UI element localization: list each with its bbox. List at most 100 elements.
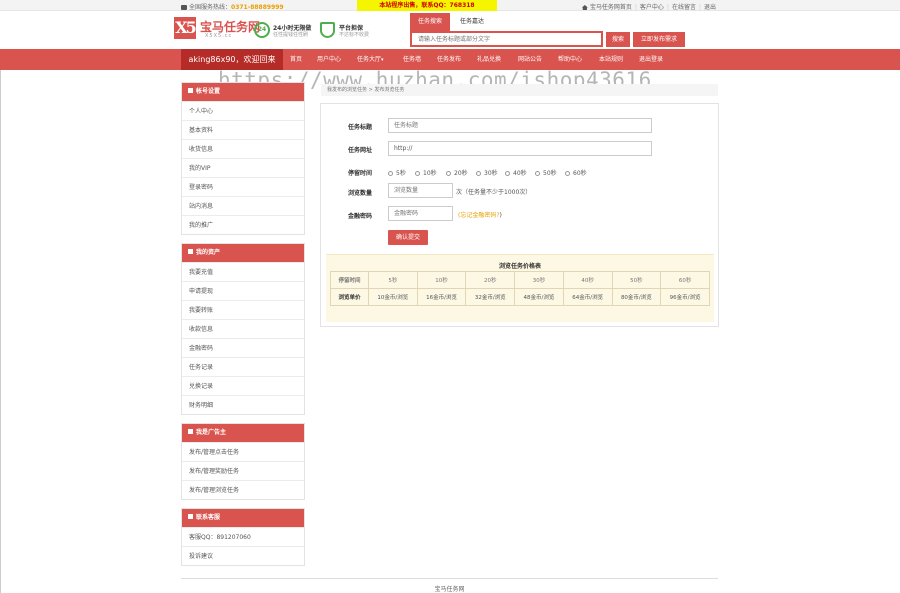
count-hint: 次（任务量不少于1000次）: [456, 189, 532, 196]
table-row: 停留时间 5秒 10秒 20秒 30秒 40秒 50秒 60秒: [330, 271, 710, 289]
promo-notice: 本站程序出售，联系QQ：768318: [357, 0, 497, 11]
table-cell: 16金币/浏览: [416, 288, 467, 306]
sidebar-item-complaint[interactable]: 投诉建议: [182, 546, 304, 565]
time-option-10[interactable]: 10秒: [415, 168, 437, 177]
top-bar: 全国服务热线：0371-88889999 本站程序出售，联系QQ：768318 …: [0, 0, 900, 11]
radio-icon: [476, 171, 481, 176]
sidebar-item-profile[interactable]: 基本资料: [182, 120, 304, 139]
nav-site-rules[interactable]: 本站规则: [599, 49, 623, 70]
sidebar-item-payment-info[interactable]: 收款信息: [182, 319, 304, 338]
radio-icon: [415, 171, 420, 176]
search-button[interactable]: 搜索: [606, 32, 630, 47]
row-header: 浏览单价: [330, 288, 369, 306]
sidebar-assets: 我的资产 我要充值 申请提现 我要转账 收款信息 金融密码 任务记录 兑换记录 …: [181, 243, 305, 415]
search-input[interactable]: [410, 31, 603, 47]
finance-password-label: 金融密码: [348, 213, 373, 220]
time-label: 停留时间: [348, 170, 373, 177]
count-label: 浏览数量: [348, 190, 373, 197]
sidebar-item-qq[interactable]: 客服QQ：891207060: [182, 527, 304, 546]
sidebar-item-finance-password[interactable]: 金融密码: [182, 338, 304, 357]
finance-password-input[interactable]: [388, 206, 453, 221]
radio-icon: [565, 171, 570, 176]
radio-icon: [505, 171, 510, 176]
breadcrumb: 我发布的浏览任务 > 发布浏览任务: [321, 84, 718, 96]
sidebar-item-transfer[interactable]: 我要转账: [182, 300, 304, 319]
sidebar-header: 我是广告主: [182, 424, 304, 442]
sidebar-header: 我的资产: [182, 244, 304, 262]
nav-logout[interactable]: 退出登录: [639, 49, 663, 70]
sidebar-item-vip[interactable]: 我的VIP: [182, 158, 304, 177]
table-cell: 48金币/浏览: [514, 288, 564, 306]
time-option-50[interactable]: 50秒: [535, 168, 557, 177]
table-cell: 60秒: [660, 271, 710, 289]
nav-user-center[interactable]: 用户中心: [317, 49, 341, 70]
top-link-logout[interactable]: 退出: [704, 4, 716, 11]
price-table-title: 浏览任务价格表: [498, 263, 541, 270]
phone-icon: [181, 5, 187, 10]
task-url-input[interactable]: [388, 141, 652, 156]
nav-task-wall[interactable]: 任务墙: [403, 49, 421, 70]
submit-button[interactable]: 确认提交: [388, 230, 428, 245]
sidebar-item-personal-center[interactable]: 个人中心: [182, 101, 304, 120]
sidebar-item-promotion[interactable]: 我的推广: [182, 215, 304, 234]
time-option-40[interactable]: 40秒: [505, 168, 527, 177]
time-option-20[interactable]: 20秒: [446, 168, 468, 177]
sidebar-item-exchange-records[interactable]: 兑换记录: [182, 376, 304, 395]
table-cell: 32金币/浏览: [465, 288, 516, 306]
top-link-message[interactable]: 在线留言: [672, 4, 696, 11]
table-cell: 10秒: [416, 271, 467, 289]
tab-task-search[interactable]: 任务搜索: [410, 13, 450, 31]
table-cell: 5秒: [368, 271, 418, 289]
top-link-customer-center[interactable]: 客户中心: [640, 4, 664, 11]
sidebar-item-task-records[interactable]: 任务记录: [182, 357, 304, 376]
nav-home[interactable]: 首页: [290, 49, 302, 70]
forgot-password-link[interactable]: 忘记金融密码?: [460, 212, 499, 219]
sidebar-item-finance-details[interactable]: 财务明细: [182, 395, 304, 414]
hotline-label: 全国服务热线：: [189, 4, 232, 11]
footer-text: 宝马任务网: [434, 586, 465, 593]
sidebar-item-withdraw[interactable]: 申请提现: [182, 281, 304, 300]
sidebar-contact: 联系客服 客服QQ：891207060 投诉建议: [181, 508, 305, 566]
logo-mark[interactable]: X5: [174, 17, 197, 39]
sidebar-item-browse-tasks[interactable]: 发布/管理浏览任务: [182, 480, 304, 499]
hotline: 全国服务热线：0371-88889999: [181, 2, 284, 11]
logo-domain: X5X5.cc: [205, 33, 233, 39]
task-title-input[interactable]: [388, 118, 652, 133]
time-option-5[interactable]: 5秒: [388, 168, 406, 177]
sidebar-item-reward-tasks[interactable]: 发布/管理奖励任务: [182, 461, 304, 480]
time-option-30[interactable]: 30秒: [476, 168, 498, 177]
nav-help-center[interactable]: 帮助中心: [558, 49, 582, 70]
nav-announcements[interactable]: 网站公告: [518, 49, 542, 70]
time-option-60[interactable]: 60秒: [565, 168, 587, 177]
sidebar-item-click-tasks[interactable]: 发布/管理点击任务: [182, 442, 304, 461]
top-link-home[interactable]: 宝马任务网首页: [590, 4, 632, 11]
page-left-border: [0, 70, 1, 593]
list-icon: [188, 429, 193, 434]
table-cell: 10金币/浏览: [368, 288, 418, 306]
sidebar-item-messages[interactable]: 站内消息: [182, 196, 304, 215]
main-nav: aking86x90，欢迎回来 首页 用户中心 任务大厅▾ 任务墙 任务发布 礼…: [0, 49, 900, 70]
hotline-number: 0371-88889999: [231, 4, 284, 11]
table-row: 浏览单价 10金币/浏览 16金币/浏览 32金币/浏览 48金币/浏览 64金…: [330, 288, 710, 306]
browse-count-input[interactable]: [388, 183, 453, 198]
url-label: 任务网址: [348, 147, 373, 154]
radio-icon: [388, 171, 393, 176]
home-icon: [581, 5, 588, 10]
radio-icon: [535, 171, 540, 176]
yen-icon: [188, 249, 193, 254]
nav-task-publish[interactable]: 任务发布: [437, 49, 461, 70]
clock-24-icon: 24: [254, 22, 270, 38]
tab-task-other[interactable]: 任务嘉达: [452, 13, 492, 31]
table-cell: 30秒: [514, 271, 564, 289]
table-cell: 40秒: [562, 271, 613, 289]
title-label: 任务标题: [348, 124, 373, 131]
nav-gift-exchange[interactable]: 礼品兑换: [477, 49, 501, 70]
radio-icon: [446, 171, 451, 176]
table-cell: 64金币/浏览: [562, 288, 613, 306]
sidebar-item-recharge[interactable]: 我要充值: [182, 262, 304, 281]
publish-demand-button[interactable]: 立即发布需求: [633, 32, 685, 47]
sidebar-item-shipping[interactable]: 收货信息: [182, 139, 304, 158]
nav-task-hall[interactable]: 任务大厅▾: [357, 49, 384, 70]
sidebar-item-login-password[interactable]: 登录密码: [182, 177, 304, 196]
row-header: 停留时间: [330, 271, 369, 289]
